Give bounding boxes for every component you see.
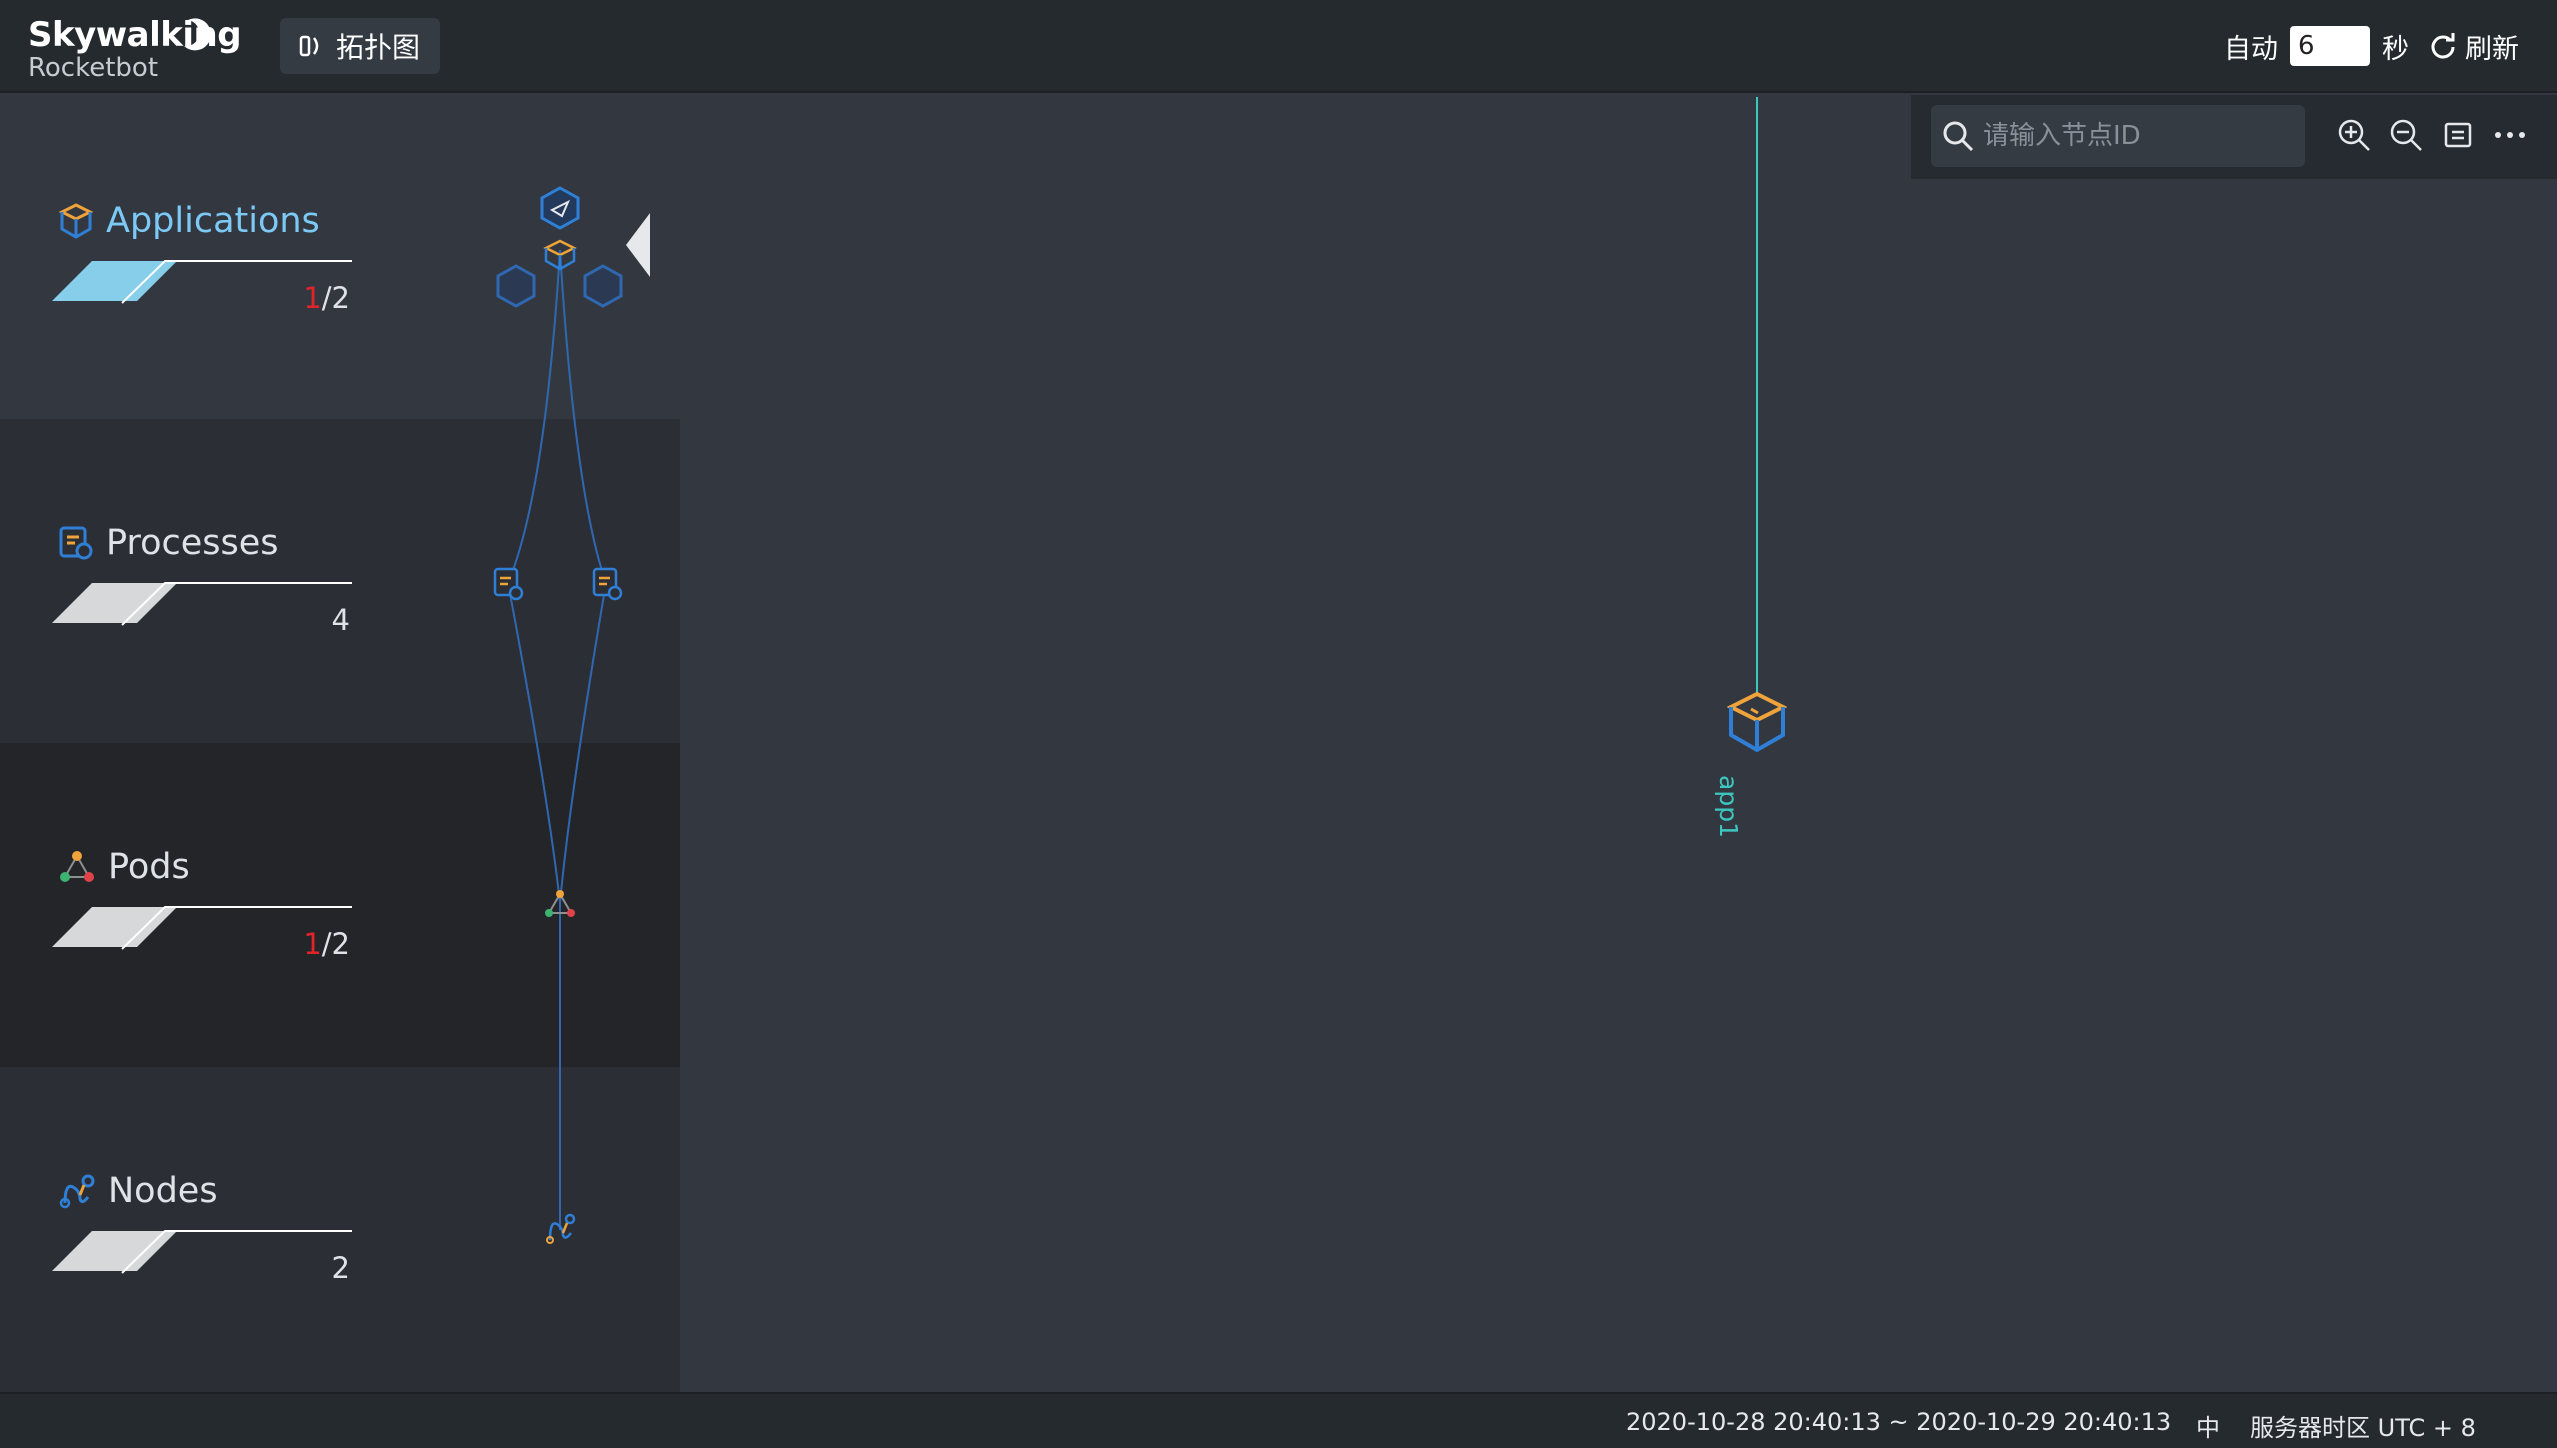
server-timezone: 服务器时区 UTC + 8 bbox=[2250, 1414, 2476, 1442]
app-node-label: app1 bbox=[1714, 775, 1743, 838]
canvas-toolbar bbox=[1911, 95, 2557, 179]
more-icon bbox=[2495, 132, 2525, 138]
process-icon bbox=[592, 567, 623, 601]
zoom-out-button[interactable] bbox=[2387, 111, 2425, 159]
brand-subtitle: Rocketbot bbox=[28, 53, 159, 83]
auto-label: 自动 bbox=[2224, 33, 2278, 65]
link-process-left-pod bbox=[507, 582, 561, 904]
time-range[interactable]: 2020-10-28 20:40:13 ~ 2020-10-29 20:40:1… bbox=[1626, 1408, 2171, 1436]
tab-topology[interactable]: 拓扑图 bbox=[280, 18, 441, 74]
hexagon-icon bbox=[540, 186, 580, 230]
hexagon-icon bbox=[583, 264, 623, 308]
interval-input[interactable] bbox=[2290, 26, 2370, 66]
status-footer: 2020-10-28 20:40:13 ~ 2020-10-29 20:40:1… bbox=[0, 1392, 2557, 1448]
process-icon bbox=[493, 567, 524, 601]
brand-logo[interactable]: Skywalking Rocketbot bbox=[28, 16, 242, 83]
top-header: Skywalking Rocketbot 拓扑图 自动 秒 刷新 bbox=[0, 0, 2557, 93]
refresh-icon bbox=[2431, 33, 2455, 59]
zoom-in-icon bbox=[2338, 119, 2370, 151]
node-search-box bbox=[1931, 105, 2305, 167]
topology-canvas[interactable]: app1 bbox=[680, 95, 2557, 1392]
link-process-right-pod bbox=[559, 582, 607, 904]
fit-view-icon bbox=[2444, 122, 2472, 148]
auto-refresh-controls: 自动 秒 刷新 bbox=[2224, 22, 2519, 70]
node-search-input[interactable] bbox=[1983, 121, 2293, 151]
layer-application-cluster bbox=[496, 186, 623, 308]
layer-topology-graph bbox=[493, 186, 623, 1244]
hexagon-icon bbox=[496, 264, 536, 308]
app-root: Skywalking Rocketbot 拓扑图 自动 秒 刷新 bbox=[0, 0, 2557, 1448]
fit-view-button[interactable] bbox=[2439, 111, 2477, 159]
interval-unit: 秒 bbox=[2382, 33, 2409, 65]
app-node[interactable] bbox=[1727, 690, 1787, 754]
language-switch[interactable]: 中 bbox=[2196, 1408, 2220, 1443]
refresh-label: 刷新 bbox=[2465, 33, 2519, 65]
tab-topology-label: 拓扑图 bbox=[336, 31, 421, 64]
swoosh-icon bbox=[184, 18, 212, 51]
canvas-tool-icons bbox=[2335, 111, 2529, 159]
cube-icon bbox=[543, 239, 577, 271]
zoom-out-icon bbox=[2390, 119, 2422, 151]
more-button[interactable] bbox=[2491, 111, 2529, 159]
zoom-in-button[interactable] bbox=[2335, 111, 2373, 159]
refresh-button[interactable]: 刷新 bbox=[2429, 27, 2519, 66]
topology-icon bbox=[299, 35, 319, 57]
